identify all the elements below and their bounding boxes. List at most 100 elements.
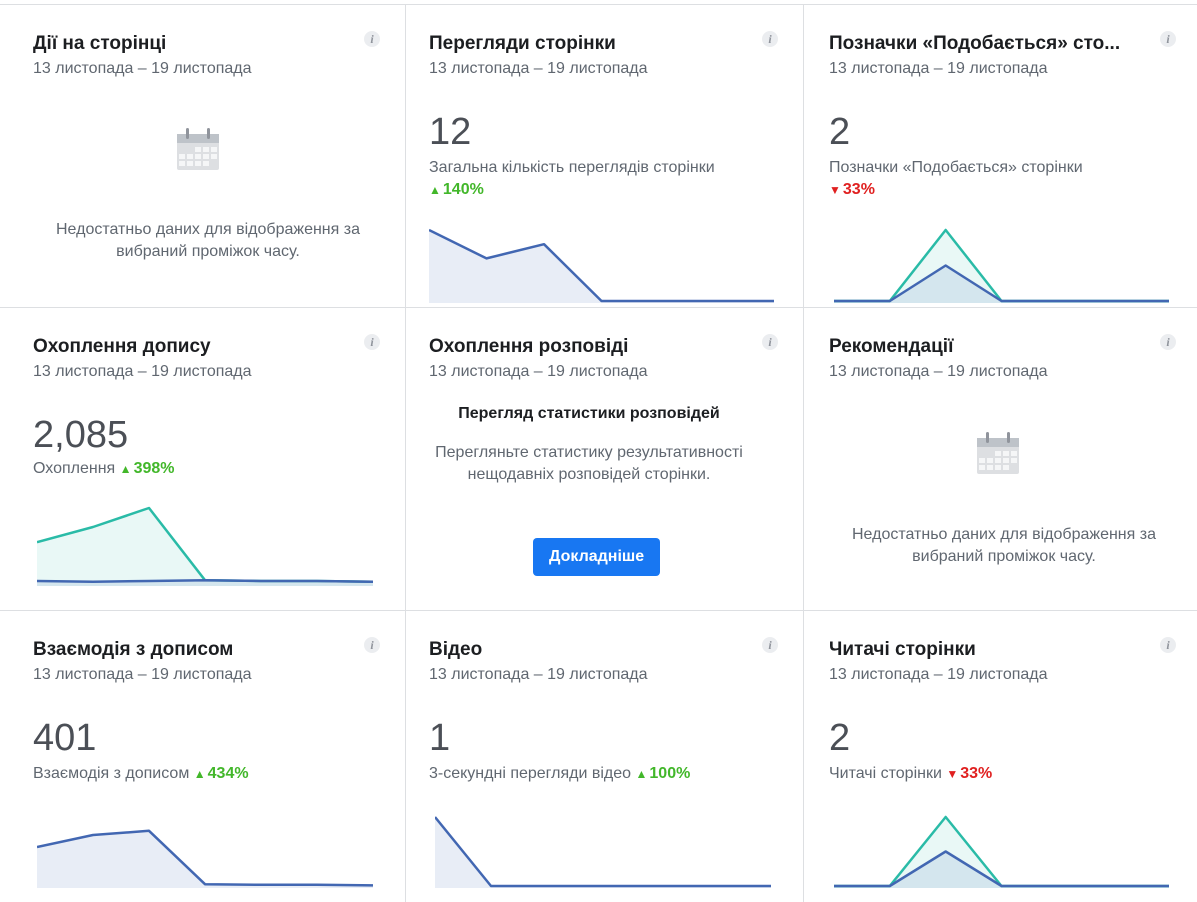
no-data-message: Недостатньо даних для відображення за ви… xyxy=(56,221,360,260)
series-line-0 xyxy=(435,816,771,888)
series-line-0 xyxy=(834,815,1169,888)
learn-more-button[interactable]: Докладніше xyxy=(533,538,661,576)
card-title: Читачі сторінки xyxy=(829,639,976,660)
calendar-icon xyxy=(177,128,219,170)
card-title: Охоплення допису xyxy=(33,336,211,357)
change-value: 100% xyxy=(649,765,691,782)
arrow-down-icon: ▼ xyxy=(946,767,959,781)
info-icon[interactable]: i xyxy=(762,31,778,47)
insights-grid: Дії на сторінці i 13 листопада – 19 лист… xyxy=(0,0,1197,902)
card-recommendations[interactable]: Рекомендації i 13 листопада – 19 листопа… xyxy=(829,334,1179,606)
sparkline-chart xyxy=(435,816,771,888)
card-page-followers[interactable]: Читачі сторінки i 13 листопада – 19 лист… xyxy=(829,637,1179,899)
change-value: 33% xyxy=(960,765,993,782)
info-icon[interactable]: i xyxy=(1160,31,1176,47)
date-range: 13 листопада – 19 листопада xyxy=(429,363,648,380)
top-divider xyxy=(0,4,1197,5)
metric-row: Взаємодія з дописом ▲ 434% xyxy=(33,765,249,783)
trend-up-indicator: ▲ 434% xyxy=(194,765,249,782)
change-value: 434% xyxy=(207,765,249,782)
metric-label: Загальна кількість переглядів сторінки xyxy=(429,159,715,176)
card-page-views[interactable]: Перегляди сторінки i 13 листопада – 19 л… xyxy=(429,31,779,303)
metric-value: 2 xyxy=(829,717,851,759)
trend-down-indicator: ▼ 33% xyxy=(946,765,992,782)
date-range: 13 листопада – 19 листопада xyxy=(829,60,1048,77)
arrow-up-icon: ▲ xyxy=(429,183,441,197)
info-icon[interactable]: i xyxy=(762,637,778,653)
sparkline-chart xyxy=(834,815,1169,888)
series-area-1 xyxy=(834,265,1169,303)
card-title: Охоплення розповіді xyxy=(429,336,629,357)
card-title: Відео xyxy=(429,639,483,660)
promo-title: Перегляд статистики розповідей xyxy=(458,405,720,422)
info-icon[interactable]: i xyxy=(1160,637,1176,653)
trend-up-indicator: ▲ 100% xyxy=(636,765,691,782)
metric-label: Охоплення xyxy=(33,460,116,477)
info-icon[interactable]: i xyxy=(364,334,380,350)
row-divider xyxy=(0,610,1197,611)
trend-up-indicator: ▲ 140% xyxy=(429,181,484,198)
metric-row: 3-секундні перегляди відео ▲ 100% xyxy=(429,765,690,783)
row-divider xyxy=(0,307,1197,308)
series-line-1 xyxy=(834,264,1169,303)
series-area-0 xyxy=(834,817,1169,888)
metric-value: 2,085 xyxy=(33,414,129,456)
promo-text: Перегляньте статистику результативності … xyxy=(435,444,743,483)
sparkline-chart xyxy=(37,506,373,586)
trend-down-indicator: ▼ 33% xyxy=(829,181,875,198)
metric-label: 3-секундні перегляди відео xyxy=(429,765,632,782)
metric-row: Читачі сторінки ▼ 33% xyxy=(829,765,992,783)
date-range: 13 листопада – 19 листопада xyxy=(33,666,252,683)
info-icon[interactable]: i xyxy=(364,637,380,653)
card-post-engagement[interactable]: Взаємодія з дописом i 13 листопада – 19 … xyxy=(33,637,383,899)
card-video[interactable]: Відео i 13 листопада – 19 листопада 1 3-… xyxy=(429,637,779,899)
card-post-reach[interactable]: Охоплення допису i 13 листопада – 19 лис… xyxy=(33,334,383,606)
card-page-likes[interactable]: Позначки «Подобається» сто... i 13 листо… xyxy=(829,31,1179,303)
series-area-1 xyxy=(834,851,1169,888)
trend-up-indicator: ▲ 398% xyxy=(120,460,175,477)
sparkline-chart xyxy=(834,228,1169,303)
info-icon[interactable]: i xyxy=(1160,334,1176,350)
metric-label: Читачі сторінки xyxy=(829,765,942,782)
info-icon[interactable]: i xyxy=(762,334,778,350)
card-story-reach[interactable]: Охоплення розповіді i 13 листопада – 19 … xyxy=(429,334,799,606)
card-title: Дії на сторінці xyxy=(33,33,167,54)
series-area-0 xyxy=(429,230,774,303)
metric-value: 2 xyxy=(829,111,851,153)
date-range: 13 листопада – 19 листопада xyxy=(429,60,648,77)
card-title: Взаємодія з дописом xyxy=(33,639,234,660)
date-range: 13 листопада – 19 листопада xyxy=(429,666,648,683)
arrow-up-icon: ▲ xyxy=(193,767,206,781)
metric-row: Охоплення ▲ 398% xyxy=(33,460,174,478)
date-range: 13 листопада – 19 листопада xyxy=(829,666,1048,683)
series-area-0 xyxy=(37,508,373,586)
arrow-up-icon: ▲ xyxy=(635,767,648,781)
series-line-1 xyxy=(834,850,1169,888)
series-area-0 xyxy=(37,830,373,888)
card-title: Перегляди сторінки xyxy=(429,33,616,54)
arrow-down-icon: ▼ xyxy=(829,183,841,197)
change-value: 398% xyxy=(133,460,175,477)
no-data-message: Недостатньо даних для відображення за ви… xyxy=(852,526,1156,565)
metric-value: 1 xyxy=(429,717,451,759)
sparkline-chart xyxy=(429,228,774,303)
metric-label: Позначки «Подобається» сторінки xyxy=(829,159,1083,176)
column-divider xyxy=(803,5,804,902)
change-value: 33% xyxy=(842,181,875,198)
change-value: 140% xyxy=(442,181,484,198)
calendar-icon xyxy=(977,432,1019,474)
series-line-0 xyxy=(834,228,1169,303)
metric-value: 12 xyxy=(429,111,472,153)
card-title: Рекомендації xyxy=(829,336,954,357)
metric-change: ▲ 140% xyxy=(429,181,484,199)
date-range: 13 листопада – 19 листопада xyxy=(829,363,1048,380)
sparkline-chart xyxy=(37,829,373,888)
arrow-up-icon: ▲ xyxy=(119,462,132,476)
card-title: Позначки «Подобається» сто... xyxy=(829,33,1121,54)
card-page-actions[interactable]: Дії на сторінці i 13 листопада – 19 лист… xyxy=(33,31,383,303)
info-icon[interactable]: i xyxy=(364,31,380,47)
series-area-0 xyxy=(834,230,1169,303)
metric-change: ▼ 33% xyxy=(829,181,875,199)
date-range: 13 листопада – 19 листопада xyxy=(33,60,252,77)
metric-label: Взаємодія з дописом xyxy=(33,765,190,782)
